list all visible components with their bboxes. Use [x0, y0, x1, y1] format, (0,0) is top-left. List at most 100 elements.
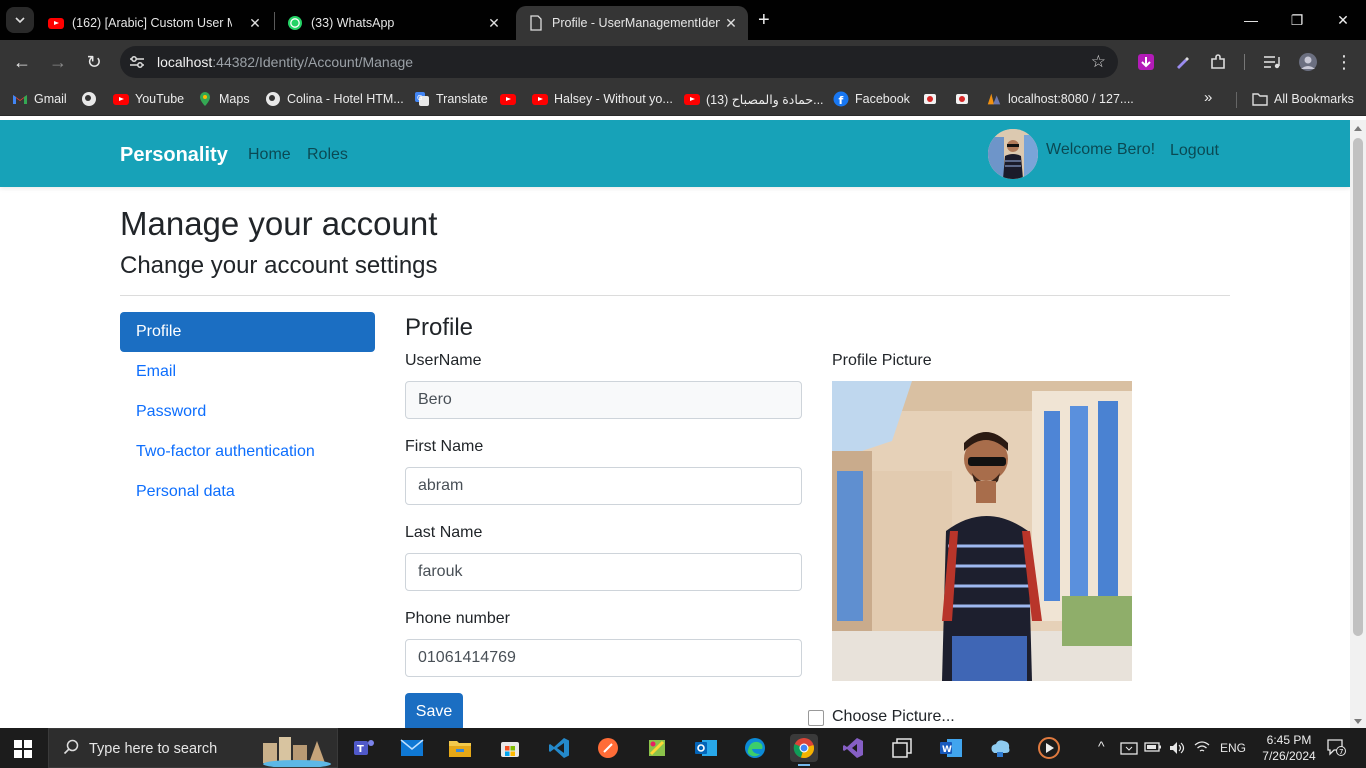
media-player-icon[interactable] — [1035, 734, 1063, 762]
page-scrollbar[interactable] — [1350, 120, 1366, 728]
sidebar-item-two-factor[interactable]: Two-factor authentication — [120, 432, 375, 472]
volume-icon[interactable] — [1168, 740, 1186, 759]
mail-icon[interactable] — [398, 734, 426, 762]
chevron-down-icon — [15, 16, 25, 23]
chrome-icon[interactable] — [790, 734, 818, 766]
nav-home-link[interactable]: Home — [248, 146, 291, 164]
address-bar[interactable]: localhost:44382/Identity/Account/Manage … — [120, 46, 1118, 78]
clock-time: 6:45 PM — [1266, 733, 1312, 747]
teams-icon[interactable]: T — [350, 734, 378, 762]
forward-icon[interactable]: → — [46, 50, 70, 74]
media-control-icon[interactable] — [1262, 52, 1282, 72]
notification-icon[interactable]: 7 — [1326, 738, 1346, 759]
tab-whatsapp[interactable]: (33) WhatsApp ✕ — [275, 6, 511, 40]
logout-link[interactable]: Logout — [1170, 142, 1219, 160]
save-button[interactable]: Save — [405, 693, 463, 728]
tab-search-button[interactable] — [6, 7, 34, 33]
windows-start-icon[interactable] — [14, 740, 32, 758]
username-input[interactable]: Bero — [405, 381, 802, 419]
bookmark-halsey[interactable]: Halsey - Without yo... — [532, 91, 673, 107]
nav-roles-link[interactable]: Roles — [307, 146, 348, 164]
phone-label: Phone number — [405, 610, 510, 627]
form-title: Profile — [405, 314, 474, 341]
bookmark-colina[interactable]: Colina - Hotel HTM... — [265, 91, 404, 107]
youtube-icon — [684, 91, 700, 107]
site-info-icon[interactable] — [128, 53, 146, 71]
bookmark-star-icon[interactable]: ☆ — [1091, 52, 1106, 72]
svg-text:f: f — [839, 94, 844, 107]
network-tool-icon[interactable] — [986, 734, 1014, 762]
chrome-menu-icon[interactable]: ⋮ — [1334, 52, 1354, 72]
sidebar-item-email[interactable]: Email — [120, 352, 375, 392]
phone-input[interactable]: 01061414769 — [405, 639, 802, 677]
microsoft-store-icon[interactable] — [496, 734, 524, 762]
bookmark-phpmyadmin[interactable]: localhost:8080 / 127.... — [986, 91, 1134, 107]
bookmark-arabic-video[interactable]: (13) حمادة والمصباح... — [684, 91, 824, 107]
close-tab-icon[interactable]: ✕ — [485, 14, 503, 32]
divider — [120, 295, 1230, 296]
search-icon — [63, 739, 79, 760]
language-indicator[interactable]: ENG — [1220, 741, 1246, 755]
bookmark-globe[interactable] — [81, 91, 103, 107]
bookmark-facebook[interactable]: f Facebook — [833, 91, 910, 107]
extensions-puzzle-icon[interactable] — [1208, 52, 1228, 72]
web-page: Personality Home Roles Welcome Bero! Log… — [0, 120, 1350, 728]
welcome-text[interactable]: Welcome Bero! — [1046, 141, 1155, 159]
more-bookmarks-icon[interactable]: » — [1204, 89, 1212, 106]
visual-studio-icon[interactable] — [839, 734, 867, 762]
choose-picture-checkbox[interactable] — [808, 710, 824, 726]
bookmark-gmail[interactable]: Gmail — [12, 91, 67, 107]
bookmark-translate[interactable]: G Translate — [414, 91, 488, 107]
outlook-icon[interactable] — [692, 734, 720, 762]
system-clock[interactable]: 6:45 PM 7/26/2024 — [1254, 732, 1324, 764]
color-picker-extension-icon[interactable] — [1172, 52, 1192, 72]
task-view-app-icon[interactable] — [888, 734, 916, 762]
url-text: localhost:44382/Identity/Account/Manage — [157, 54, 414, 70]
snipping-app-icon[interactable] — [643, 734, 671, 762]
tab-profile-active[interactable]: Profile - UserManagementIdentity ✕ — [516, 6, 748, 40]
choose-picture-label[interactable]: Choose Picture... — [832, 708, 955, 726]
scroll-up-icon[interactable] — [1354, 126, 1362, 131]
bookmark-youtube-2[interactable] — [500, 91, 522, 107]
file-explorer-icon[interactable] — [446, 734, 474, 762]
folder-icon — [1252, 91, 1268, 107]
postman-icon[interactable] — [594, 734, 622, 762]
tray-device-icon[interactable] — [1120, 740, 1138, 759]
windows-taskbar: Type here to search T W ^ ENG 6:45 PM 7/… — [0, 728, 1366, 768]
edge-icon[interactable] — [741, 734, 769, 762]
svg-text:G: G — [417, 94, 422, 102]
first-name-input[interactable]: abram — [405, 467, 802, 505]
scrollbar-thumb[interactable] — [1353, 138, 1363, 636]
new-tab-icon[interactable]: + — [758, 10, 770, 30]
user-avatar[interactable] — [988, 129, 1038, 179]
reload-icon[interactable]: ↻ — [82, 50, 106, 74]
scroll-down-icon[interactable] — [1354, 719, 1362, 724]
vscode-icon[interactable] — [545, 734, 573, 762]
bookmark-youtube[interactable]: YouTube — [113, 91, 184, 107]
tab-youtube[interactable]: (162) [Arabic] Custom User Man ✕ — [36, 6, 272, 40]
browser-tab-strip: (162) [Arabic] Custom User Man ✕ (33) Wh… — [0, 0, 1366, 40]
close-window-icon[interactable]: ✕ — [1320, 0, 1366, 40]
bookmark-app-1[interactable] — [922, 91, 944, 107]
all-bookmarks-folder[interactable]: All Bookmarks — [1252, 91, 1354, 107]
taskbar-search[interactable]: Type here to search — [48, 728, 338, 768]
sidebar-item-personal-data[interactable]: Personal data — [120, 472, 375, 512]
minimize-icon[interactable]: — — [1228, 0, 1274, 40]
tray-chevron-up-icon[interactable]: ^ — [1098, 738, 1105, 754]
sidebar-item-profile[interactable]: Profile — [120, 312, 375, 352]
wifi-icon[interactable] — [1194, 740, 1210, 757]
download-extension-icon[interactable] — [1136, 52, 1156, 72]
last-name-input[interactable]: farouk — [405, 553, 802, 591]
bookmark-maps[interactable]: Maps — [197, 91, 250, 107]
close-tab-icon[interactable]: ✕ — [722, 14, 740, 32]
battery-icon[interactable] — [1144, 740, 1162, 757]
close-tab-icon[interactable]: ✕ — [246, 14, 264, 32]
profile-avatar-icon[interactable] — [1298, 52, 1318, 72]
restore-icon[interactable]: ❐ — [1274, 0, 1320, 40]
sidebar-item-password[interactable]: Password — [120, 392, 375, 432]
back-icon[interactable]: ← — [10, 50, 34, 74]
page-title: Manage your account — [120, 205, 438, 242]
brand-link[interactable]: Personality — [120, 144, 228, 167]
bookmark-app-2[interactable] — [954, 91, 976, 107]
word-icon[interactable]: W — [937, 734, 965, 762]
